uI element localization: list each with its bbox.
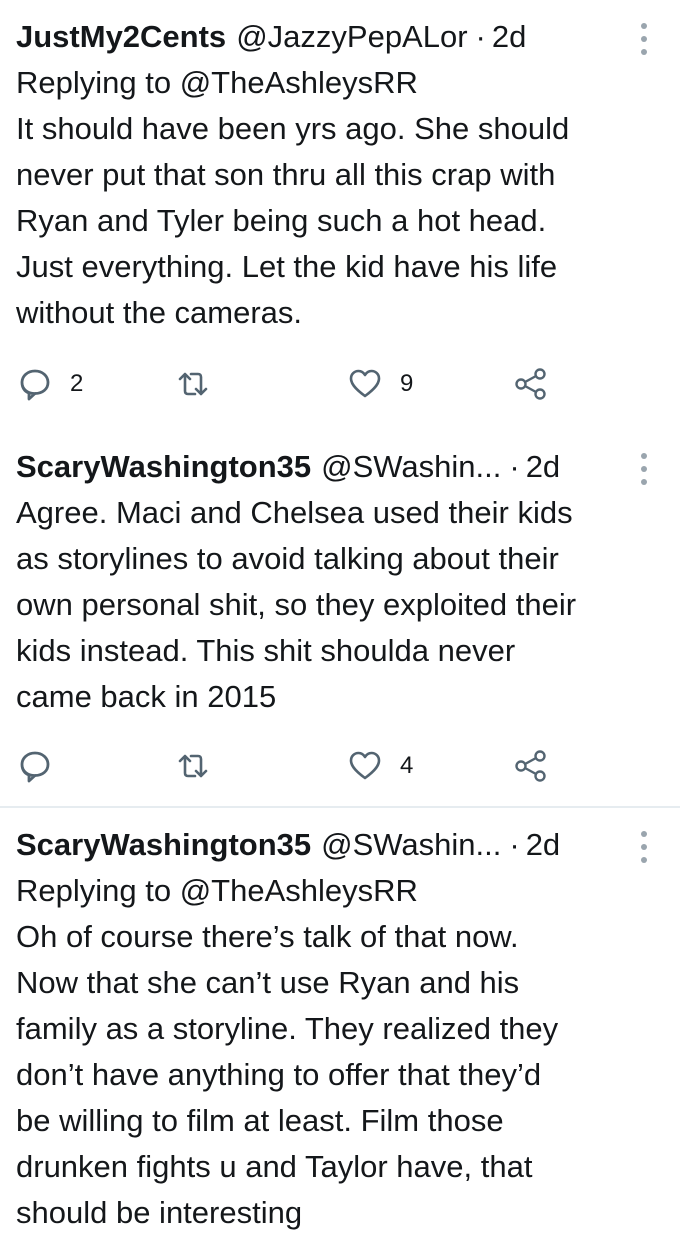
tweet[interactable]: ScaryWashington35 @SWashin... · 2d Reply… — [0, 808, 680, 1254]
reply-button[interactable]: 2 — [18, 367, 83, 401]
retweet-icon — [178, 372, 208, 396]
separator-dot: · — [509, 827, 520, 862]
more-options-icon[interactable] — [640, 22, 648, 56]
like-button[interactable]: 9 — [348, 367, 413, 401]
tweet-text: Agree. Maci and Chelsea used their kids … — [16, 495, 577, 714]
timestamp[interactable]: 2d — [526, 444, 560, 490]
more-options-icon[interactable] — [640, 452, 648, 486]
retweet-button[interactable] — [176, 749, 228, 783]
reply-icon — [20, 751, 50, 783]
author-handle[interactable]: @SWashin... — [321, 444, 501, 490]
tweet-actions: 2 9 — [18, 362, 640, 406]
retweet-icon — [178, 754, 208, 778]
like-count: 4 — [400, 752, 414, 779]
author-name[interactable]: ScaryWashington35 — [16, 822, 311, 868]
like-count: 9 — [400, 370, 414, 397]
reply-count: 2 — [70, 370, 84, 397]
tweet[interactable]: JustMy2Cents @JazzyPepALor · 2d Replying… — [0, 0, 680, 430]
like-button[interactable]: 4 — [348, 749, 413, 783]
replying-to[interactable]: Replying to @TheAshleysRR — [16, 60, 640, 106]
separator-dot: · — [509, 449, 520, 484]
share-icon — [515, 750, 546, 782]
tweet-text: Oh of course there’s talk of that now. N… — [16, 919, 559, 1230]
tweet[interactable]: ScaryWashington35 @SWashin... · 2d Agree… — [0, 430, 680, 806]
author-handle[interactable]: @JazzyPepALor — [236, 14, 467, 60]
retweet-button[interactable] — [176, 367, 228, 401]
tweet-text: It should have been yrs ago. She should … — [16, 111, 570, 330]
share-button[interactable] — [514, 749, 548, 783]
tweet-actions: 4 — [18, 744, 640, 788]
tweet-header: ScaryWashington35 @SWashin... · 2d — [16, 822, 640, 868]
author-name[interactable]: ScaryWashington35 — [16, 444, 311, 490]
more-options-icon[interactable] — [640, 830, 648, 864]
like-icon — [349, 751, 381, 780]
reply-icon — [20, 369, 50, 401]
timestamp[interactable]: 2d — [492, 14, 526, 60]
separator-dot: · — [475, 19, 486, 54]
tweet-header: ScaryWashington35 @SWashin... · 2d — [16, 444, 640, 490]
tweet-header: JustMy2Cents @JazzyPepALor · 2d — [16, 14, 640, 60]
reply-button[interactable] — [18, 749, 70, 783]
author-handle[interactable]: @SWashin... — [321, 822, 501, 868]
like-icon — [349, 369, 381, 398]
author-name[interactable]: JustMy2Cents — [16, 14, 226, 60]
share-icon — [515, 368, 546, 400]
replying-to[interactable]: Replying to @TheAshleysRR — [16, 868, 640, 914]
timestamp[interactable]: 2d — [526, 822, 560, 868]
share-button[interactable] — [514, 367, 548, 401]
